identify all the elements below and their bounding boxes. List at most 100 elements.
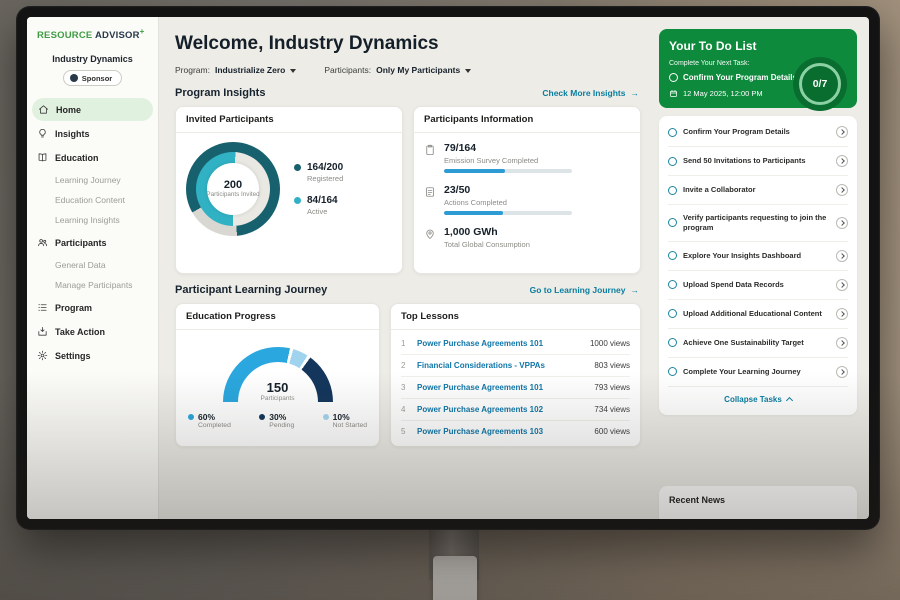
filter-bar: Program: Industrialize Zero Participants… <box>175 65 641 75</box>
list-icon <box>37 302 48 313</box>
program-filter[interactable]: Program: Industrialize Zero <box>175 65 296 75</box>
todo-task[interactable]: Upload Additional Educational Content <box>668 300 848 329</box>
task-checkbox[interactable] <box>668 280 677 289</box>
task-label: Send 50 Invitations to Participants <box>683 156 830 166</box>
task-label: Explore Your Insights Dashboard <box>683 251 830 261</box>
lesson-row: 3 Power Purchase Agreements 101 793 view… <box>401 377 630 399</box>
sidebar: RESOURCE ADVISOR+ Industry Dynamics Spon… <box>27 17 159 519</box>
info-value: 23/50 <box>444 184 572 196</box>
task-checkbox[interactable] <box>668 251 677 260</box>
sidebar-item-manage-participants[interactable]: Manage Participants <box>27 275 158 295</box>
task-checkbox[interactable] <box>668 218 677 227</box>
task-checkbox[interactable] <box>668 309 677 318</box>
lesson-rank: 4 <box>401 405 409 414</box>
sidebar-item-learning-journey[interactable]: Learning Journey <box>27 170 158 190</box>
task-label: Upload Additional Educational Content <box>683 309 830 319</box>
task-chevron-icon[interactable] <box>836 366 848 378</box>
sidebar-item-program[interactable]: Program <box>27 296 158 319</box>
todo-task[interactable]: Confirm Your Program Details <box>668 118 848 147</box>
invited-donut-chart: 200 Participants Invited 164/200 Registe… <box>176 133 402 245</box>
location-pin-icon <box>424 228 436 240</box>
todo-summary-card: Your To Do List Complete Your Next Task:… <box>659 29 857 108</box>
task-checkbox[interactable] <box>668 128 677 137</box>
task-chevron-icon[interactable] <box>836 250 848 262</box>
task-checkbox[interactable] <box>668 157 677 166</box>
people-icon <box>37 237 48 248</box>
info-value: 79/164 <box>444 142 572 154</box>
org-name: Industry Dynamics <box>27 54 158 64</box>
main-content: Welcome, Industry Dynamics Program: Indu… <box>159 17 653 519</box>
lesson-link[interactable]: Power Purchase Agreements 102 <box>417 405 586 414</box>
sidebar-item-insights[interactable]: Insights <box>27 122 158 145</box>
todo-task[interactable]: Invite a Collaborator <box>668 176 848 205</box>
lesson-link[interactable]: Power Purchase Agreements 101 <box>417 339 582 348</box>
sidebar-item-education[interactable]: Education <box>27 146 158 169</box>
legend-value: 30% <box>269 412 286 422</box>
task-chevron-icon[interactable] <box>836 337 848 349</box>
calendar-icon <box>669 89 678 98</box>
todo-task[interactable]: Upload Spend Data Records <box>668 271 848 300</box>
legend-dot-registered <box>294 164 301 171</box>
gauge-chart: 150 Participants <box>223 347 333 402</box>
sponsor-icon <box>70 74 78 82</box>
todo-task[interactable]: Explore Your Insights Dashboard <box>668 242 848 271</box>
link-label: Go to Learning Journey <box>530 285 626 295</box>
legend-label: Pending <box>269 422 294 429</box>
bulb-icon <box>37 128 48 139</box>
task-chevron-icon[interactable] <box>836 126 848 138</box>
go-to-learning-journey-link[interactable]: Go to Learning Journey → <box>530 285 639 295</box>
lesson-views: 734 views <box>594 405 630 414</box>
lesson-link[interactable]: Financial Considerations - VPPAs <box>417 361 586 370</box>
task-checkbox[interactable] <box>668 186 677 195</box>
task-chevron-icon[interactable] <box>836 155 848 167</box>
task-chevron-icon[interactable] <box>836 184 848 196</box>
task-checkbox[interactable] <box>668 338 677 347</box>
todo-task[interactable]: Verify participants requesting to join t… <box>668 205 848 242</box>
donut-legend: 164/200 Registered 84/164 Active <box>294 162 343 216</box>
todo-task[interactable]: Complete Your Learning Journey <box>668 358 848 387</box>
insights-cards-row: Invited Participants 200 Participants In… <box>175 106 641 274</box>
brand-resource: RESOURCE <box>37 30 92 41</box>
task-chevron-icon[interactable] <box>836 217 848 229</box>
sidebar-item-home[interactable]: Home <box>32 98 153 121</box>
sidebar-item-participants[interactable]: Participants <box>27 231 158 254</box>
lesson-link[interactable]: Power Purchase Agreements 101 <box>417 383 586 392</box>
brand-advisor: ADVISOR <box>95 30 140 41</box>
lesson-row: 5 Power Purchase Agreements 103 600 view… <box>401 421 630 442</box>
legend-dot-completed <box>188 414 194 420</box>
info-label: Emission Survey Completed <box>444 156 572 165</box>
progress-fill <box>444 169 505 173</box>
todo-task[interactable]: Achieve One Sustainability Target <box>668 329 848 358</box>
sponsor-badge[interactable]: Sponsor <box>63 70 122 86</box>
sidebar-nav: Home Insights Education Learning Journey <box>27 98 158 367</box>
participants-information-card: Participants Information 79/164 Emission… <box>413 106 641 274</box>
participants-filter[interactable]: Participants: Only My Participants <box>324 65 471 75</box>
legend-item: 84/164 Active <box>294 195 343 216</box>
page-title: Welcome, Industry Dynamics <box>175 33 641 55</box>
info-row-emission-survey: 79/164 Emission Survey Completed <box>424 142 630 173</box>
lesson-link[interactable]: Power Purchase Agreements 103 <box>417 427 586 436</box>
legend-dot-pending <box>259 414 265 420</box>
legend-item: 10% Not Started <box>323 412 367 429</box>
sidebar-item-general-data[interactable]: General Data <box>27 255 158 275</box>
monitor: RESOURCE ADVISOR+ Industry Dynamics Spon… <box>16 6 880 530</box>
sidebar-item-learning-insights[interactable]: Learning Insights <box>27 210 158 230</box>
task-checkbox[interactable] <box>668 367 677 376</box>
task-chevron-icon[interactable] <box>836 308 848 320</box>
legend-label: Registered <box>307 174 343 183</box>
todo-task[interactable]: Send 50 Invitations to Participants <box>668 147 848 176</box>
todo-progress-value: 0/7 <box>813 78 828 90</box>
sidebar-item-take-action[interactable]: Take Action <box>27 320 158 343</box>
task-label: Achieve One Sustainability Target <box>683 338 830 348</box>
sidebar-item-label: Home <box>56 105 81 115</box>
check-more-insights-link[interactable]: Check More Insights → <box>542 88 639 98</box>
sidebar-item-settings[interactable]: Settings <box>27 344 158 367</box>
task-chevron-icon[interactable] <box>836 279 848 291</box>
lesson-views: 803 views <box>594 361 630 370</box>
card-title: Participants Information <box>414 107 640 133</box>
collapse-tasks-button[interactable]: Collapse Tasks <box>668 387 848 413</box>
sidebar-item-education-content[interactable]: Education Content <box>27 190 158 210</box>
next-task[interactable]: Confirm Your Program Details <box>669 73 799 82</box>
legend-label: Active <box>307 207 343 216</box>
sidebar-item-label: Program <box>55 303 92 313</box>
